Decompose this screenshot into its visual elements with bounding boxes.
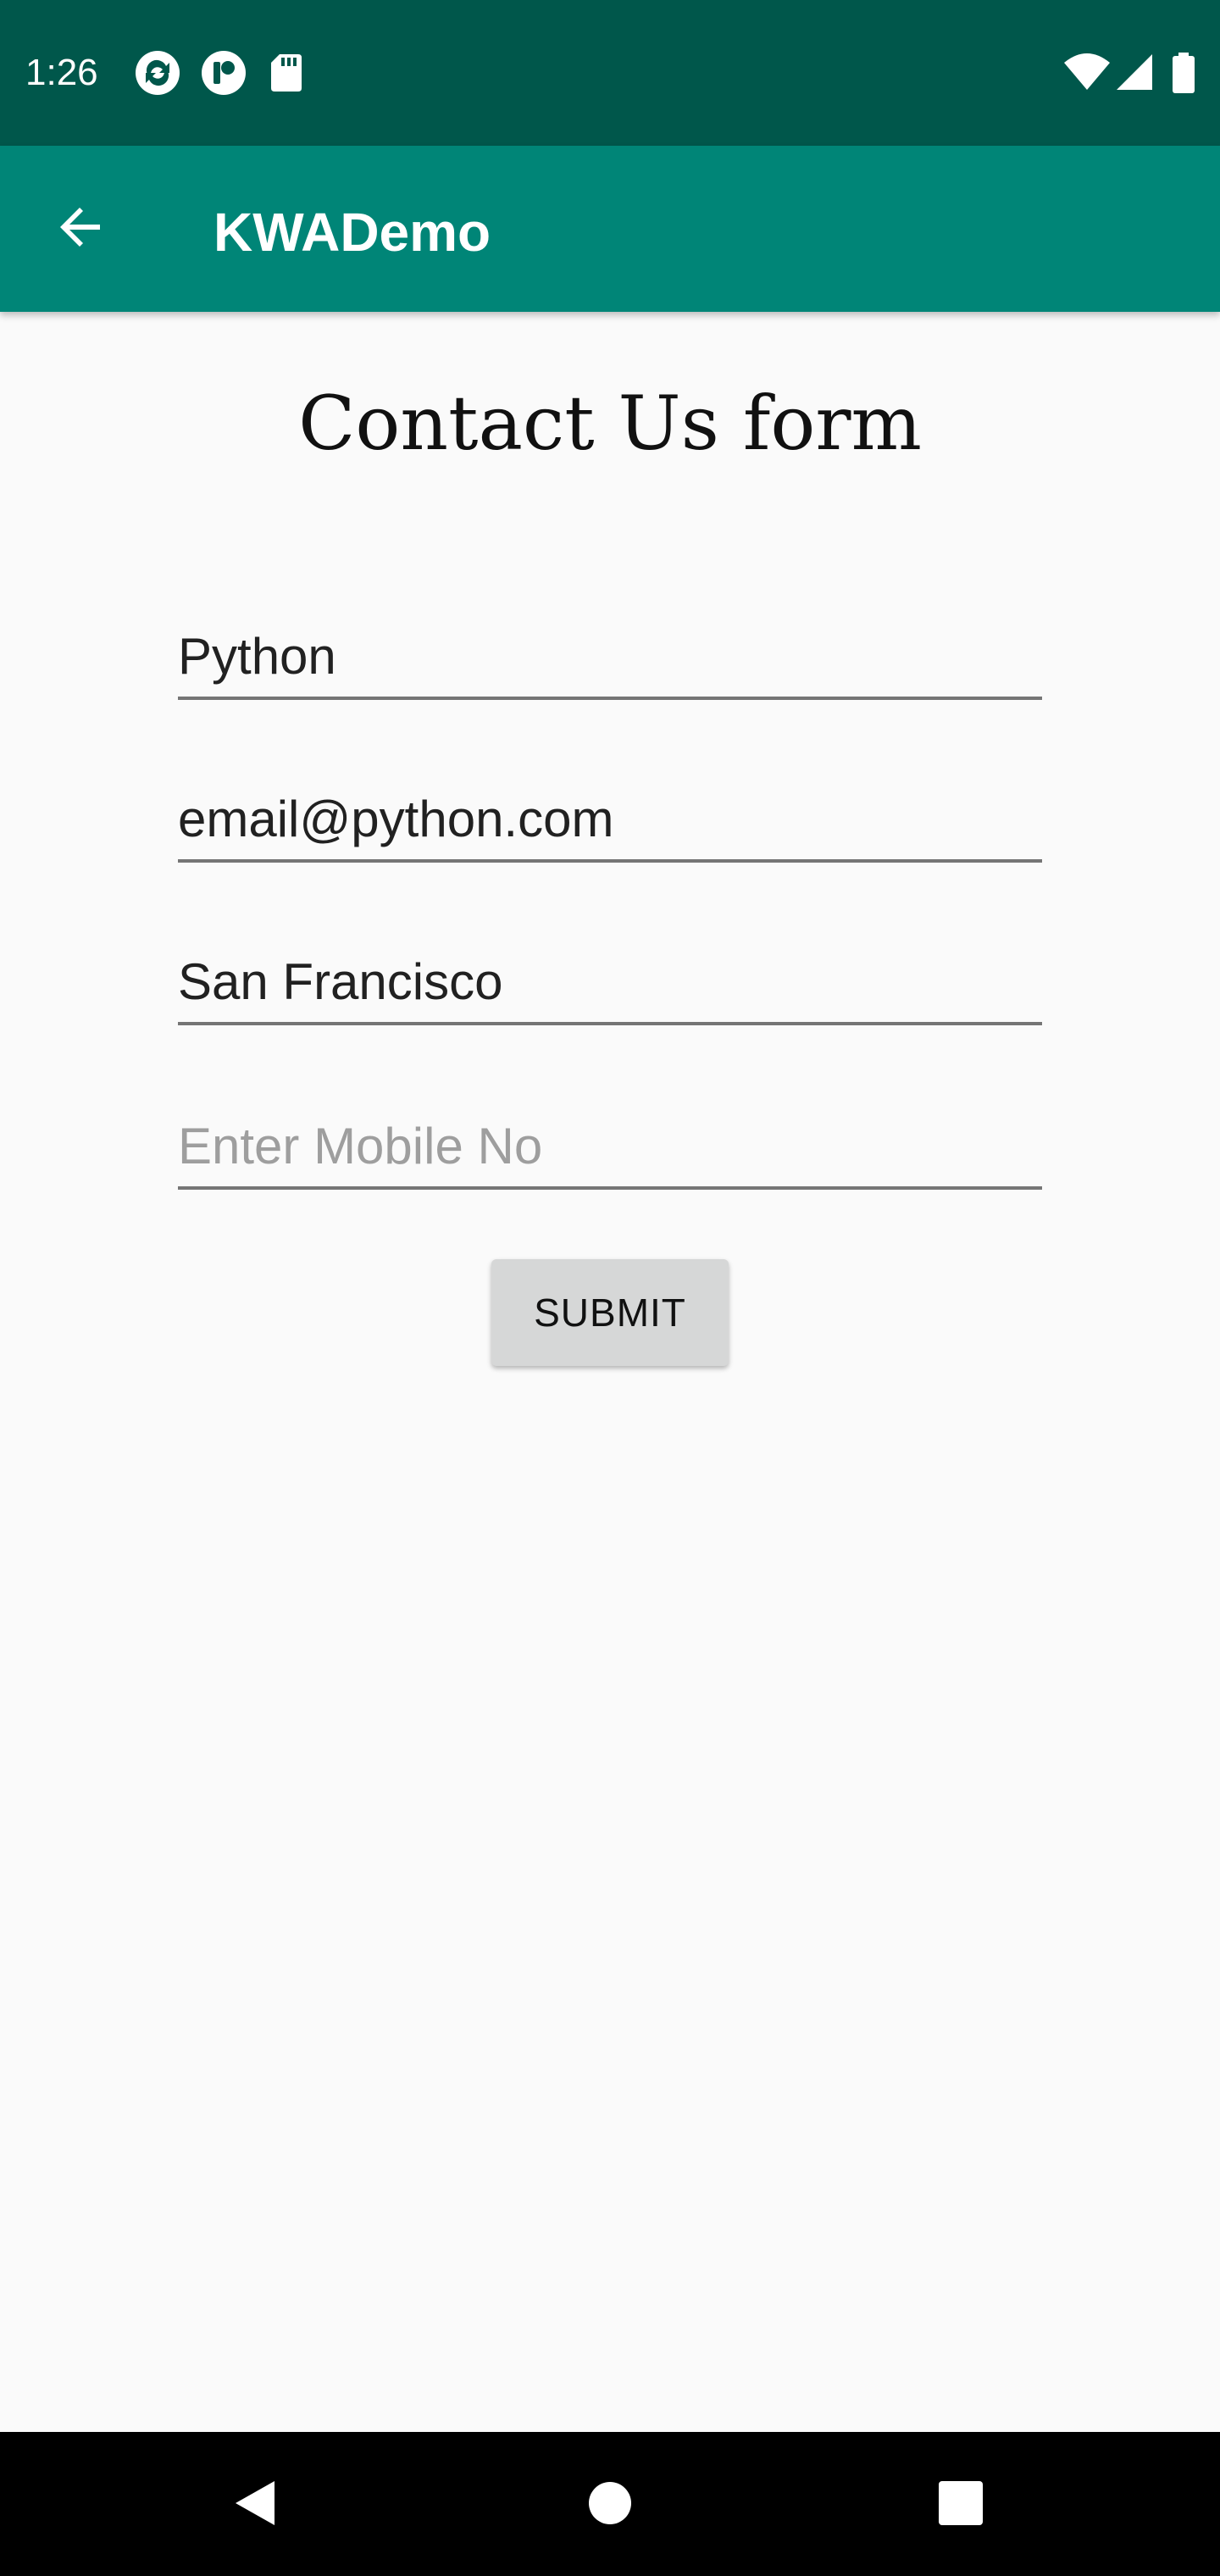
status-time: 1:26 [25, 52, 98, 93]
screen: 1:26 KWADemo Contact Us form Python emai… [0, 0, 1220, 2576]
app-title: KWADemo [214, 202, 491, 263]
home-circle-icon [586, 2479, 634, 2531]
email-field[interactable] [178, 778, 1042, 863]
name-field-container [178, 607, 1042, 700]
notification-app-icon [202, 51, 246, 95]
mobile-field[interactable] [178, 1105, 1042, 1190]
city-field-container [178, 932, 1042, 1025]
status-bar: 1:26 [0, 0, 1220, 146]
submit-button[interactable]: SUBMIT [491, 1259, 729, 1366]
system-nav-bar [0, 2432, 1220, 2576]
mobile-field-container [178, 1096, 1042, 1190]
cell-signal-icon [1115, 51, 1154, 95]
email-field-container [178, 769, 1042, 863]
name-field[interactable] [178, 615, 1042, 700]
recents-square-icon [937, 2479, 984, 2531]
wifi-icon [1062, 51, 1112, 95]
battery-icon [1171, 51, 1196, 95]
nav-home-button[interactable] [559, 2454, 661, 2556]
city-field[interactable] [178, 941, 1042, 1025]
back-button[interactable] [37, 185, 125, 273]
sd-card-icon [269, 51, 303, 95]
sync-app-icon [136, 51, 180, 95]
nav-back-button[interactable] [203, 2454, 305, 2556]
nav-recents-button[interactable] [910, 2454, 1012, 2556]
page-title: Contact Us form [298, 380, 922, 467]
back-triangle-icon [230, 2478, 278, 2533]
app-bar: KWADemo [0, 146, 1220, 312]
arrow-back-icon [56, 202, 107, 257]
